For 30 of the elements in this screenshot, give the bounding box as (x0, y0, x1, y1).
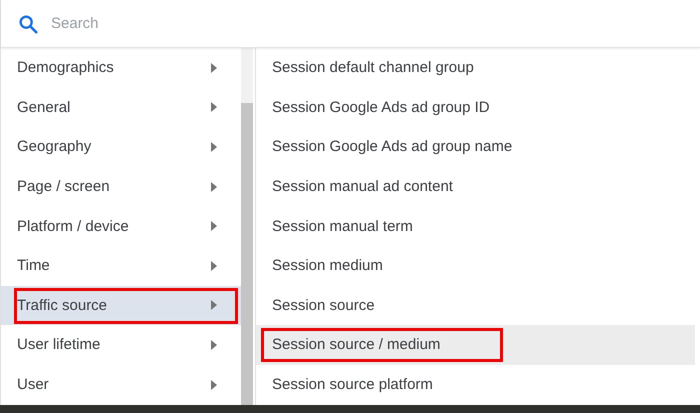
category-item[interactable]: Traffic source (1, 286, 241, 326)
caret-icon (211, 300, 217, 310)
caret-icon (211, 380, 217, 390)
category-item[interactable]: General (1, 88, 241, 128)
dimension-item[interactable]: Session manual ad content (256, 166, 695, 206)
category-item[interactable]: User (1, 364, 241, 404)
caret-icon (211, 142, 217, 152)
scrollbar-thumb[interactable] (241, 103, 253, 405)
dimension-item[interactable]: Session Google Ads ad group ID (256, 88, 695, 128)
dimension-item[interactable]: Session default channel group (256, 48, 695, 88)
dimension-item[interactable]: Session manual term (256, 206, 695, 246)
category-item[interactable]: Time (1, 246, 241, 286)
caret-icon (211, 102, 217, 112)
caret-icon (211, 62, 217, 73)
category-item[interactable]: Demographics (1, 48, 241, 88)
search-icon (17, 12, 39, 34)
category-item[interactable]: Page / screen (1, 166, 241, 206)
search-field[interactable]: Search (49, 14, 653, 33)
dimension-item[interactable]: Session medium (256, 246, 695, 286)
category-item[interactable]: User lifetime (1, 325, 241, 365)
dimension-item[interactable]: Session source platform (256, 364, 695, 404)
dimension-item[interactable]: Session source / medium (256, 325, 695, 365)
caret-icon (211, 340, 217, 350)
dimension-item[interactable]: Session Google Ads ad group name (256, 127, 695, 167)
category-item[interactable]: Platform / device (1, 206, 241, 246)
caret-icon (211, 260, 217, 271)
caret-icon (211, 221, 217, 232)
caret-icon (211, 182, 217, 192)
category-item[interactable]: Geography (1, 127, 241, 167)
dimension-item[interactable]: Session source (256, 286, 695, 326)
